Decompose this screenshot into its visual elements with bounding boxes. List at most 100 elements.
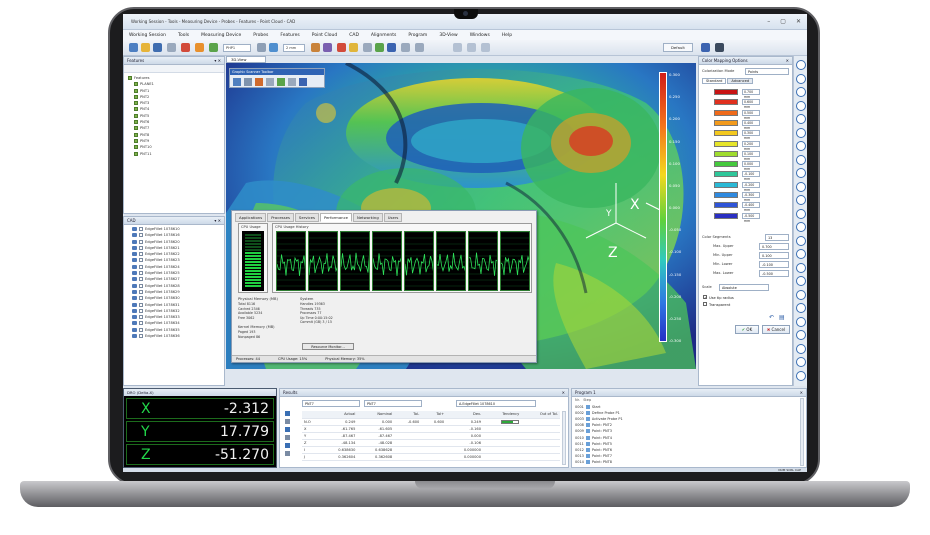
color-swatch[interactable] xyxy=(714,130,738,137)
results-column-header[interactable]: Tol+ xyxy=(421,411,447,419)
feature-tree-item[interactable]: PNT11 xyxy=(128,151,224,157)
probe-dropdown[interactable]: PHP1 xyxy=(223,44,251,52)
results-column-header[interactable]: Tendency xyxy=(483,411,522,419)
feature-tool-icon[interactable] xyxy=(796,357,806,367)
probe-icon[interactable] xyxy=(181,43,190,52)
report-icon[interactable] xyxy=(481,43,490,52)
color-swatch[interactable] xyxy=(714,181,738,188)
results-column-header[interactable]: Dev. xyxy=(446,411,484,419)
color-swatch[interactable] xyxy=(714,109,738,116)
color-swatch[interactable] xyxy=(714,150,738,157)
program-step[interactable]: 0002 Define Probe P1 xyxy=(575,410,620,416)
box-icon[interactable] xyxy=(311,43,320,52)
view-icon[interactable] xyxy=(257,43,266,52)
segment-value[interactable]: -0.400 mm xyxy=(742,202,760,212)
segment-value[interactable]: -0.300 mm xyxy=(742,192,760,202)
note-icon[interactable] xyxy=(349,43,358,52)
grid-icon[interactable] xyxy=(467,43,476,52)
feature-tool-icon[interactable] xyxy=(796,114,806,124)
tab-3d-view[interactable]: 3D-View xyxy=(226,56,266,63)
fit-select[interactable]: A.EdgeFillet 1078610 xyxy=(456,400,536,407)
tab-advanced[interactable]: Advanced xyxy=(727,78,754,84)
transparent-checkbox[interactable]: Transparent xyxy=(703,302,730,307)
menu-working-session[interactable]: Working Session xyxy=(129,33,166,38)
program-step[interactable]: 0003 Activate Probe P1 xyxy=(575,416,623,422)
visibility-checkbox[interactable] xyxy=(139,334,143,339)
brush-icon[interactable] xyxy=(255,78,263,86)
feature-tool-icon[interactable] xyxy=(796,289,806,300)
table-row[interactable]: N.O 0.249 0.000 -0.600 0.600 0.249 xyxy=(302,418,560,426)
feature-tool-icon[interactable] xyxy=(796,87,806,97)
visibility-checkbox[interactable] xyxy=(139,277,143,282)
cube-icon[interactable] xyxy=(195,43,204,52)
color-swatch[interactable] xyxy=(714,212,738,219)
fit-icon[interactable] xyxy=(277,78,285,86)
color-swatch[interactable] xyxy=(714,161,738,168)
layers-icon[interactable] xyxy=(323,43,332,52)
filter-icon[interactable] xyxy=(288,78,296,86)
segment-value[interactable]: 0.400 mm xyxy=(742,119,760,130)
print-icon[interactable] xyxy=(167,43,176,52)
cad-tree-item[interactable]: EdgeFillet 1078636 xyxy=(132,333,224,339)
task-manager-tab[interactable]: Networking xyxy=(353,213,383,222)
feature-tool-icon[interactable] xyxy=(796,262,806,273)
cancel-button[interactable]: ✖ Cancel xyxy=(762,325,790,334)
visibility-checkbox[interactable] xyxy=(139,239,143,244)
menu-3d-view[interactable]: 3D-View xyxy=(439,33,457,38)
results-column-header[interactable] xyxy=(302,411,321,419)
segment-value[interactable]: 0.100 mm xyxy=(742,150,760,161)
feature-tool-icon[interactable] xyxy=(796,195,806,205)
menu-tools[interactable]: Tools xyxy=(178,33,189,38)
table-row[interactable]: Z -48.134 -48.028 -0.106 xyxy=(302,439,560,447)
colorization-mode-select[interactable]: Points xyxy=(745,68,789,75)
segment-value[interactable]: -0.200 mm xyxy=(742,181,760,192)
results-column-header[interactable]: Nominal xyxy=(357,411,395,419)
close-icon[interactable]: ✕ xyxy=(786,57,789,65)
task-manager-tab[interactable]: Performance xyxy=(319,213,352,222)
undo-icon[interactable]: ↶ xyxy=(769,314,774,321)
stop-icon[interactable] xyxy=(387,43,396,52)
visibility-checkbox[interactable] xyxy=(139,315,143,320)
feature-tool-icon[interactable] xyxy=(796,222,806,232)
open-icon[interactable] xyxy=(141,43,150,52)
use-tip-radius-checkbox[interactable]: ✓ Use tip radius xyxy=(703,295,734,300)
program-step[interactable]: 0008 Point: PNT2 xyxy=(575,422,612,428)
segment-value[interactable]: 0.000 mm xyxy=(742,161,760,171)
close-button[interactable]: ✕ xyxy=(796,18,801,25)
run-icon[interactable] xyxy=(375,43,384,52)
table-row[interactable]: J 0.362604 0.362608 0.000000 xyxy=(302,453,560,461)
menu-cad[interactable]: CAD xyxy=(349,33,359,38)
default-button[interactable]: Default xyxy=(663,43,693,52)
visibility-checkbox[interactable] xyxy=(139,296,143,301)
program-step[interactable]: 0010 Point: PNT4 xyxy=(575,435,612,441)
menu-measuring-device[interactable]: Measuring Device xyxy=(201,33,241,38)
program-step[interactable]: 0012 Point: PNT6 xyxy=(575,447,612,453)
feature-tool-icon[interactable] xyxy=(796,60,806,70)
program-step[interactable]: 0013 Point: PNT7 xyxy=(575,453,612,459)
program-scrollbar[interactable] xyxy=(800,398,804,466)
feature-tool-icon[interactable] xyxy=(796,73,806,84)
feature-tool-icon[interactable] xyxy=(796,343,806,354)
color-swatch[interactable] xyxy=(714,202,738,209)
program-step[interactable]: 0009 Point: PNT3 xyxy=(575,428,612,434)
scale-select[interactable]: Absolute xyxy=(719,284,769,291)
visibility-checkbox[interactable] xyxy=(139,308,143,313)
menu-alignments[interactable]: Alignments xyxy=(371,33,396,38)
sphere-icon[interactable] xyxy=(269,43,278,52)
results-scrollbar[interactable] xyxy=(562,411,566,465)
visibility-checkbox[interactable] xyxy=(139,227,143,231)
menu-program[interactable]: Program xyxy=(408,33,427,38)
scan-icon[interactable] xyxy=(233,78,241,86)
task-manager-tab[interactable]: Processes xyxy=(267,213,294,222)
segment-value[interactable]: -0.100 mm xyxy=(742,171,760,181)
color-swatch[interactable] xyxy=(714,99,738,106)
menu-features[interactable]: Features xyxy=(280,33,299,38)
visibility-checkbox[interactable] xyxy=(139,252,143,257)
limit-input[interactable]: -0.100 xyxy=(759,261,789,268)
task-manager-tab[interactable]: Services xyxy=(294,213,319,222)
measure-icon[interactable] xyxy=(415,43,424,52)
task-manager-tab[interactable]: Users xyxy=(383,213,403,222)
wand-icon[interactable] xyxy=(401,43,410,52)
feature-tool-icon[interactable] xyxy=(796,181,806,192)
segment-value[interactable]: -0.500 mm xyxy=(742,212,760,223)
